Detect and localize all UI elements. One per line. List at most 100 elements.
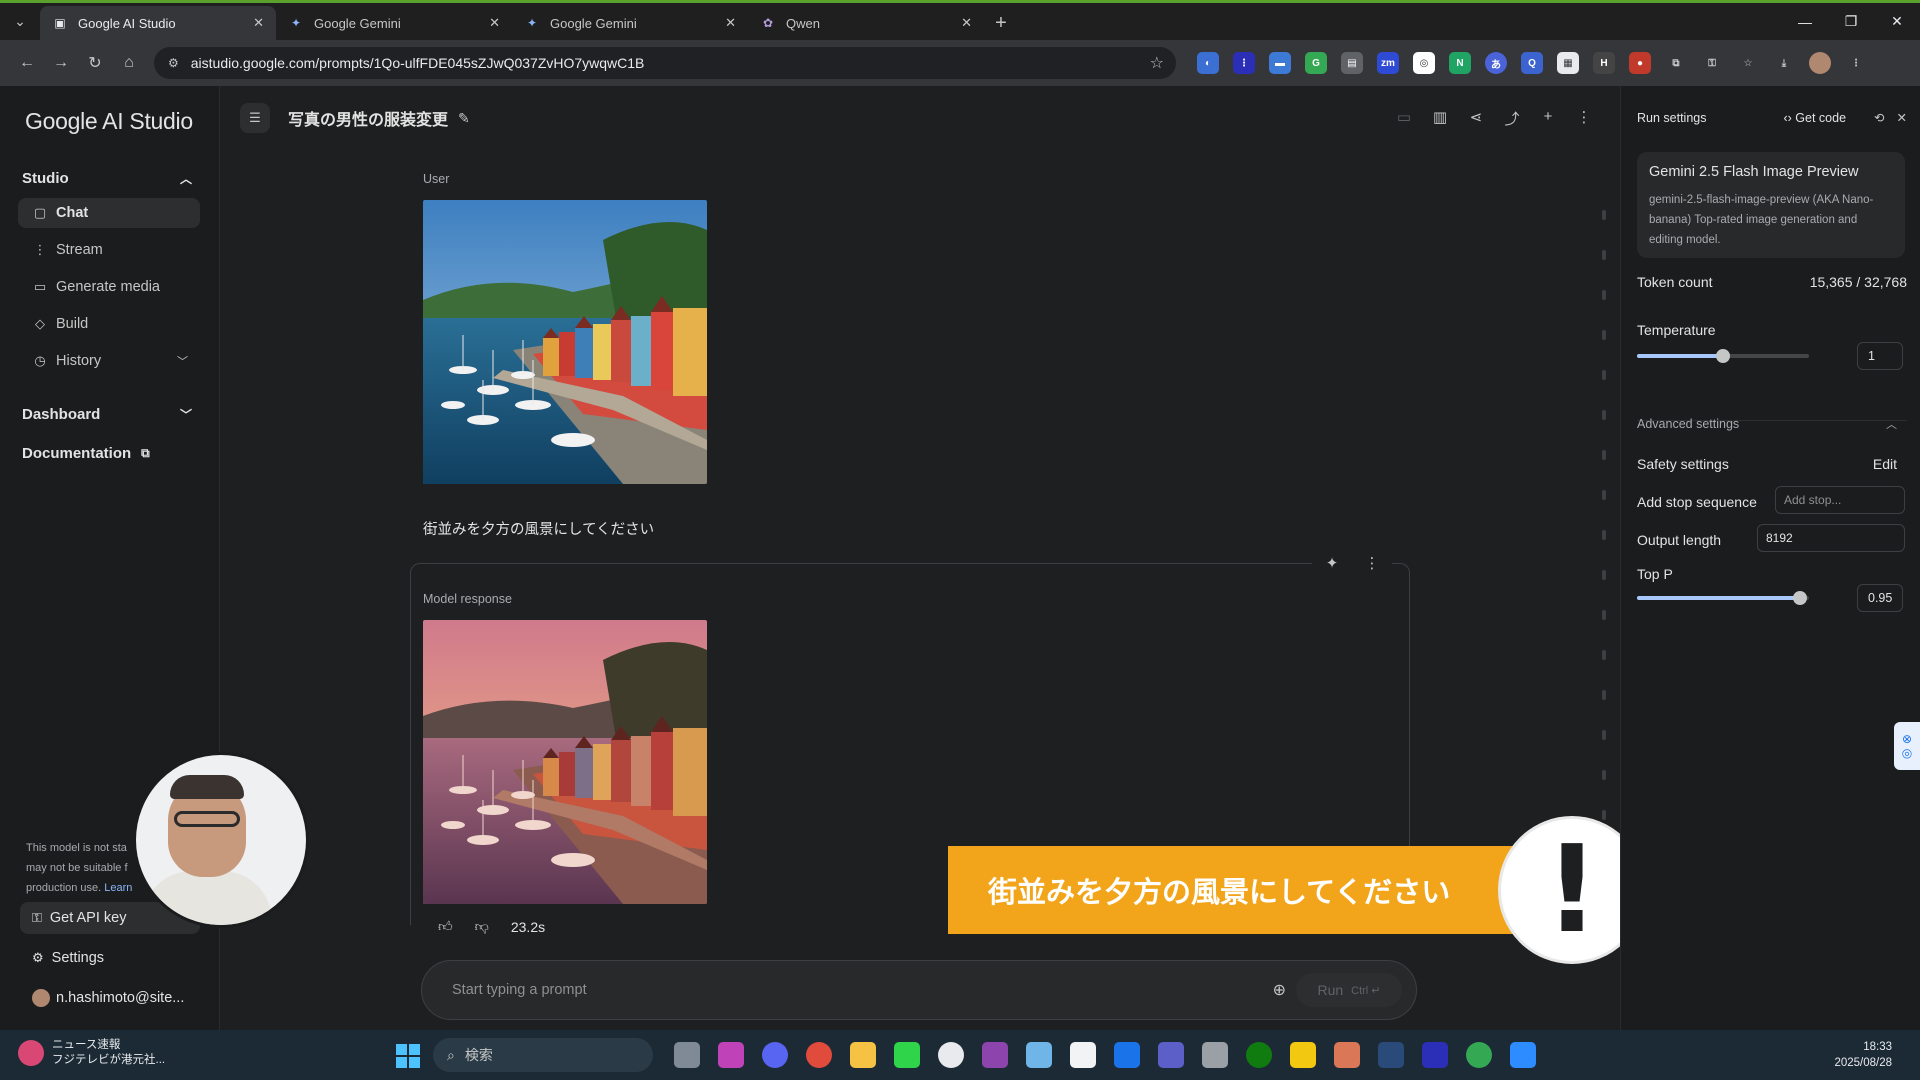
sidebar-item-stream[interactable]: ⋮ Stream — [18, 235, 200, 265]
advanced-settings-toggle[interactable]: Advanced settings ︿ — [1637, 416, 1907, 432]
extension-icon[interactable]: ◎ — [1413, 52, 1435, 74]
profile-avatar[interactable] — [1809, 52, 1831, 74]
app-icon[interactable] — [982, 1042, 1008, 1068]
sidebar-item-generate-media[interactable]: ▭ Generate media — [18, 272, 200, 302]
temperature-input[interactable]: 1 — [1857, 342, 1903, 370]
toggle-sidebar-icon[interactable]: ☰ — [240, 103, 270, 133]
thumbs-down-icon[interactable]: 👎︎ — [475, 918, 489, 935]
get-code-button[interactable]: ‹› Get code — [1783, 111, 1846, 125]
pencil-icon[interactable]: ✎ — [458, 110, 470, 127]
extension-icon[interactable]: ▤ — [1341, 52, 1363, 74]
new-chat-icon[interactable]: + — [1530, 108, 1566, 129]
extension-icon[interactable]: ⋮ — [1233, 52, 1255, 74]
extension-icon[interactable]: ▦ — [1557, 52, 1579, 74]
news-widget[interactable]: ニュース速報 フジテレビが港元社... — [18, 1038, 165, 1068]
extension-icon[interactable]: ● — [1629, 52, 1651, 74]
tab-close-icon[interactable]: ✕ — [725, 15, 736, 31]
output-length-input[interactable]: 8192 — [1757, 524, 1905, 552]
sidebar-item-build[interactable]: ◇ Build — [18, 309, 200, 339]
extension-icon[interactable]: ◐ — [1197, 52, 1219, 74]
extension-icon[interactable]: あ — [1485, 52, 1507, 74]
task-view-icon[interactable] — [674, 1042, 700, 1068]
restore-icon[interactable]: ❐ — [1828, 3, 1874, 40]
notepad-icon[interactable] — [1026, 1042, 1052, 1068]
add-media-icon[interactable]: ⊕ — [1273, 980, 1286, 1000]
app-icon[interactable] — [718, 1042, 744, 1068]
taskbar-search[interactable]: ⌕ 検索 — [433, 1038, 653, 1072]
top-p-input[interactable]: 0.95 — [1857, 584, 1903, 612]
extension-icon[interactable]: H — [1593, 52, 1615, 74]
extension-icon[interactable]: zm — [1377, 52, 1399, 74]
sidebar-item-chat[interactable]: ▢ Chat — [18, 198, 200, 228]
document-icon[interactable] — [1070, 1042, 1096, 1068]
bookmarks-icon[interactable]: ☆ — [1737, 52, 1759, 74]
documentation-link[interactable]: Documentation ⧉ — [22, 445, 192, 462]
floating-side-widget[interactable]: ⊗ ◎ — [1894, 722, 1920, 770]
branch-icon[interactable]: ⤴ — [1494, 108, 1530, 129]
extension-icon[interactable]: Q — [1521, 52, 1543, 74]
tab-qwen[interactable]: ✿ Qwen ✕ — [748, 6, 984, 40]
sparkle-icon[interactable]: ✦ — [1312, 545, 1352, 581]
url-field[interactable]: ⚙ aistudio.google.com/prompts/1Qo-ulfFDE… — [154, 47, 1176, 79]
tab-close-icon[interactable]: ✕ — [961, 15, 972, 31]
tab-close-icon[interactable]: ✕ — [489, 15, 500, 31]
claude-icon[interactable] — [1334, 1042, 1360, 1068]
file-explorer-icon[interactable] — [850, 1042, 876, 1068]
download-icon[interactable]: ⤓ — [1773, 52, 1795, 74]
calendar-icon[interactable] — [1114, 1042, 1140, 1068]
system-clock[interactable]: 18:33 2025/08/28 — [1834, 1039, 1892, 1071]
studio-section-header[interactable]: Studio ︿ — [22, 170, 192, 187]
temperature-slider-thumb[interactable] — [1716, 349, 1730, 363]
model-selector[interactable]: Gemini 2.5 Flash Image Preview gemini-2.… — [1637, 152, 1905, 258]
reset-icon[interactable]: ⟲ — [1874, 110, 1884, 125]
layout-icon[interactable]: ▥ — [1422, 108, 1458, 129]
microphone-icon[interactable] — [1202, 1042, 1228, 1068]
prompt-input[interactable]: Start typing a prompt ⊕ Run Ctrl ↵ — [421, 960, 1417, 1020]
close-icon[interactable]: ✕ — [1897, 110, 1907, 125]
minimize-icon[interactable]: — — [1782, 3, 1828, 40]
reload-icon[interactable]: ↻ — [78, 46, 112, 80]
extension-icon[interactable]: G — [1305, 52, 1327, 74]
compare-icon[interactable]: ▭ — [1386, 108, 1422, 129]
dashboard-section-header[interactable]: Dashboard ﹀ — [22, 406, 192, 423]
model-image[interactable] — [423, 620, 707, 904]
puzzle-icon[interactable]: ⧉ — [1665, 52, 1687, 74]
top-p-slider-thumb[interactable] — [1793, 591, 1808, 605]
learn-more-link[interactable]: Learn — [104, 882, 132, 894]
teams-icon[interactable] — [1158, 1042, 1184, 1068]
close-window-icon[interactable]: ✕ — [1874, 3, 1920, 40]
share-icon[interactable]: ⋖ — [1458, 108, 1494, 129]
chrome-icon[interactable] — [806, 1042, 832, 1068]
zoom-icon[interactable] — [1510, 1042, 1536, 1068]
close-icon[interactable]: ⊗ — [1902, 732, 1912, 746]
extension-icon[interactable]: ▬ — [1269, 52, 1291, 74]
back-icon[interactable]: ← — [10, 46, 44, 80]
user-image[interactable] — [423, 200, 707, 484]
more-vert-icon[interactable]: ⋮ — [1352, 545, 1392, 581]
site-info-icon[interactable]: ⚙ — [168, 56, 179, 70]
chrome-icon[interactable] — [1466, 1042, 1492, 1068]
xbox-icon[interactable] — [1246, 1042, 1272, 1068]
home-icon[interactable]: ⌂ — [112, 46, 146, 80]
tab-ai-studio[interactable]: ▣ Google AI Studio ✕ — [40, 6, 276, 40]
forward-icon[interactable]: → — [44, 46, 78, 80]
app-icon[interactable] — [894, 1042, 920, 1068]
widget-icon[interactable]: ◎ — [1902, 746, 1912, 760]
app-icon[interactable] — [1422, 1042, 1448, 1068]
discord-icon[interactable] — [762, 1042, 788, 1068]
stop-sequence-input[interactable]: Add stop... — [1775, 486, 1905, 514]
terminal-icon[interactable] — [1378, 1042, 1404, 1068]
tab-gemini-1[interactable]: ✦ Google Gemini ✕ — [276, 6, 512, 40]
account-button[interactable]: n.hashimoto@site... — [20, 982, 200, 1014]
run-button[interactable]: Run Ctrl ↵ — [1296, 973, 1402, 1007]
extension-icon[interactable]: N — [1449, 52, 1471, 74]
power-bi-icon[interactable] — [1290, 1042, 1316, 1068]
settings-button[interactable]: ⚙ Settings — [20, 942, 200, 974]
temperature-slider[interactable] — [1637, 349, 1809, 363]
key-icon[interactable]: ⚿ — [1701, 52, 1723, 74]
top-p-slider[interactable] — [1637, 591, 1809, 605]
windows-start-icon[interactable] — [396, 1044, 420, 1068]
tab-search-icon[interactable]: ⌄ — [0, 3, 40, 40]
safety-edit-button[interactable]: Edit — [1873, 456, 1897, 472]
thumbs-up-icon[interactable]: 👍︎ — [438, 918, 453, 935]
